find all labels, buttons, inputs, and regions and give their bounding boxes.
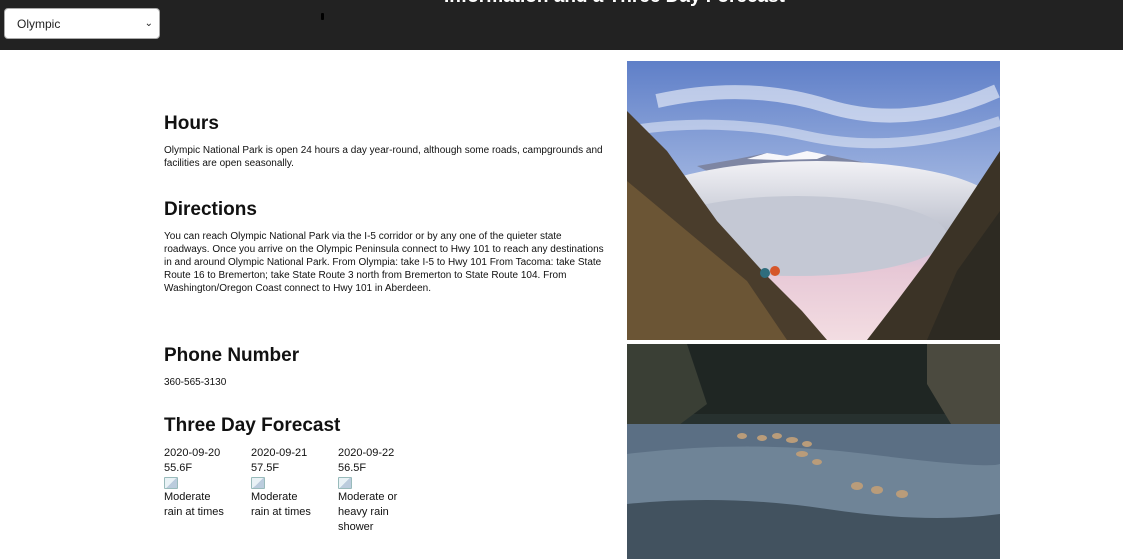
forecast-temp: 56.5F xyxy=(338,461,367,474)
forecast-section: Three Day Forecast 2020-09-20 55.6F Mode… xyxy=(164,415,604,535)
phone-section: Phone Number 360-565-3130 xyxy=(164,345,604,389)
forecast-condition: Moderate or heavy rain shower xyxy=(338,490,398,533)
phone-number: 360-565-3130 xyxy=(164,376,227,388)
park-photo-mountains xyxy=(627,61,1000,340)
forecast-row: 2020-09-20 55.6F Moderate rain at times … xyxy=(164,446,604,535)
park-photo-elk xyxy=(627,344,1000,559)
forecast-temp: 55.6F xyxy=(164,461,193,474)
hours-heading: Hours xyxy=(164,113,219,134)
forecast-condition: Moderate rain at times xyxy=(164,490,224,518)
page-title: Information and a Three Day Forecast xyxy=(0,0,1123,8)
directions-section: Directions You can reach Olympic Nationa… xyxy=(164,199,604,295)
forecast-heading: Three Day Forecast xyxy=(164,415,341,436)
forecast-date: 2020-09-21 xyxy=(251,446,308,459)
directions-heading: Directions xyxy=(164,199,257,220)
forecast-date: 2020-09-20 xyxy=(164,446,221,459)
hours-text: Olympic National Park is open 24 hours a… xyxy=(164,144,603,169)
weather-icon xyxy=(251,476,265,489)
phone-heading: Phone Number xyxy=(164,345,300,366)
top-bar: Olympic ⌄ Information and a Three Day Fo… xyxy=(0,0,1123,50)
forecast-day: 2020-09-21 57.5F Moderate rain at times xyxy=(251,446,338,535)
chevron-down-icon: ⌄ xyxy=(144,18,153,29)
forecast-day: 2020-09-20 55.6F Moderate rain at times xyxy=(164,446,251,535)
forecast-day: 2020-09-22 56.5F Moderate or heavy rain … xyxy=(338,446,425,535)
park-select[interactable]: Olympic ⌄ xyxy=(4,8,160,39)
hours-section: Hours Olympic National Park is open 24 h… xyxy=(164,113,604,170)
weather-icon xyxy=(164,476,178,489)
forecast-condition: Moderate rain at times xyxy=(251,490,311,518)
forecast-temp: 57.5F xyxy=(251,461,280,474)
weather-icon xyxy=(338,476,352,489)
cursor-mark xyxy=(321,13,324,20)
directions-text: You can reach Olympic National Park via … xyxy=(164,230,604,294)
forecast-date: 2020-09-22 xyxy=(338,446,395,459)
park-select-value: Olympic xyxy=(17,16,61,31)
